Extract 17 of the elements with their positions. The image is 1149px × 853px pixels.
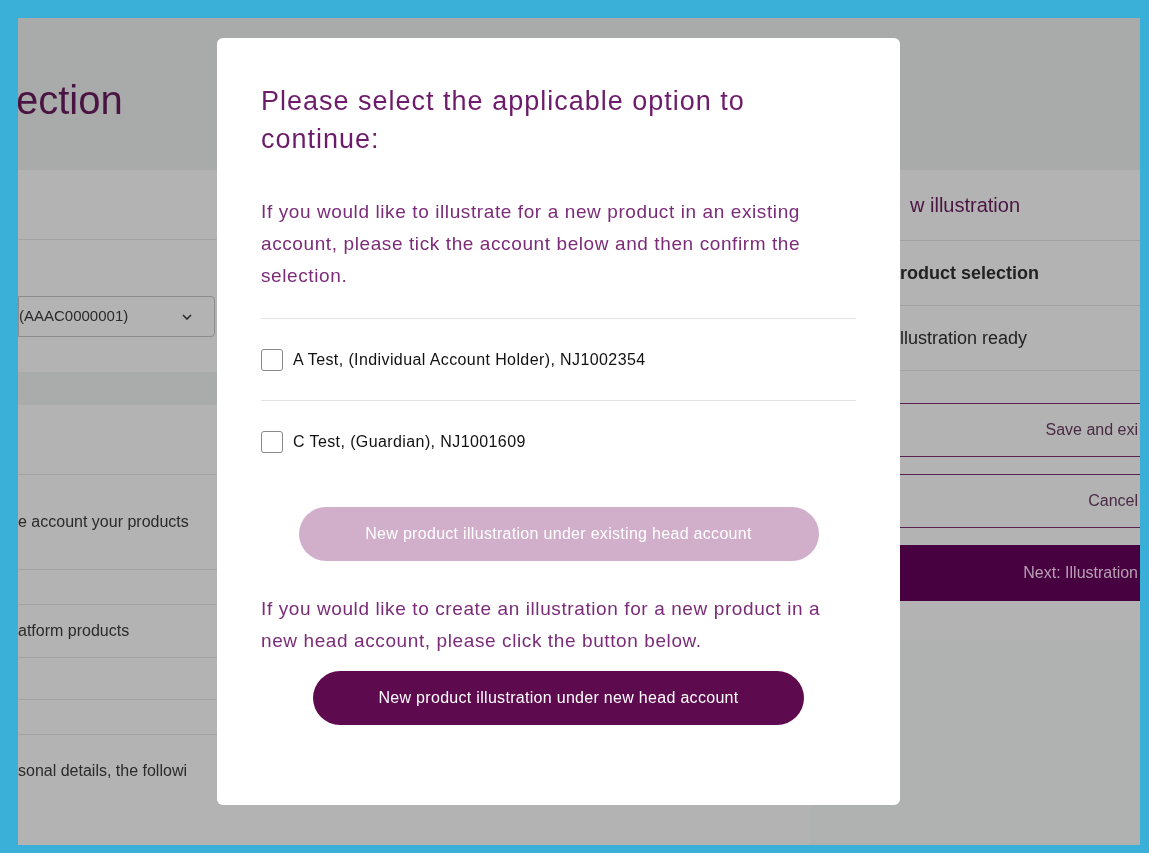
account-label: A Test, (Individual Account Holder), NJ1002354 <box>293 349 646 370</box>
section-text: e account your products <box>18 512 189 532</box>
account-dropdown[interactable]: (AAAC0000001) <box>18 296 215 337</box>
checkbox[interactable] <box>261 348 283 371</box>
step-label: roduct selection <box>900 261 1040 285</box>
dialog-button[interactable]: New product illustration under new head account <box>313 671 804 725</box>
dialog-text: If you would like to create an illustration for a new product in a new head account, please click the button below. <box>261 597 822 653</box>
section-text: atform products <box>18 621 130 641</box>
dialog-text: If you would like to illustrate for a new product in an existing account, please tick the account below and then confirm the selection. <box>261 200 802 288</box>
panel-title: w illustration <box>910 193 1021 218</box>
step-label: llustration ready <box>900 326 1028 350</box>
page-title: ection <box>18 77 123 124</box>
chevron-down-icon <box>182 313 192 320</box>
dialog-title: Please select the applicable option to continue: <box>261 85 746 156</box>
checkbox[interactable] <box>261 431 283 453</box>
section-text: sonal details, the followi <box>18 761 187 781</box>
account-label: C Test, (Guardian), NJ1001609 <box>293 432 526 452</box>
